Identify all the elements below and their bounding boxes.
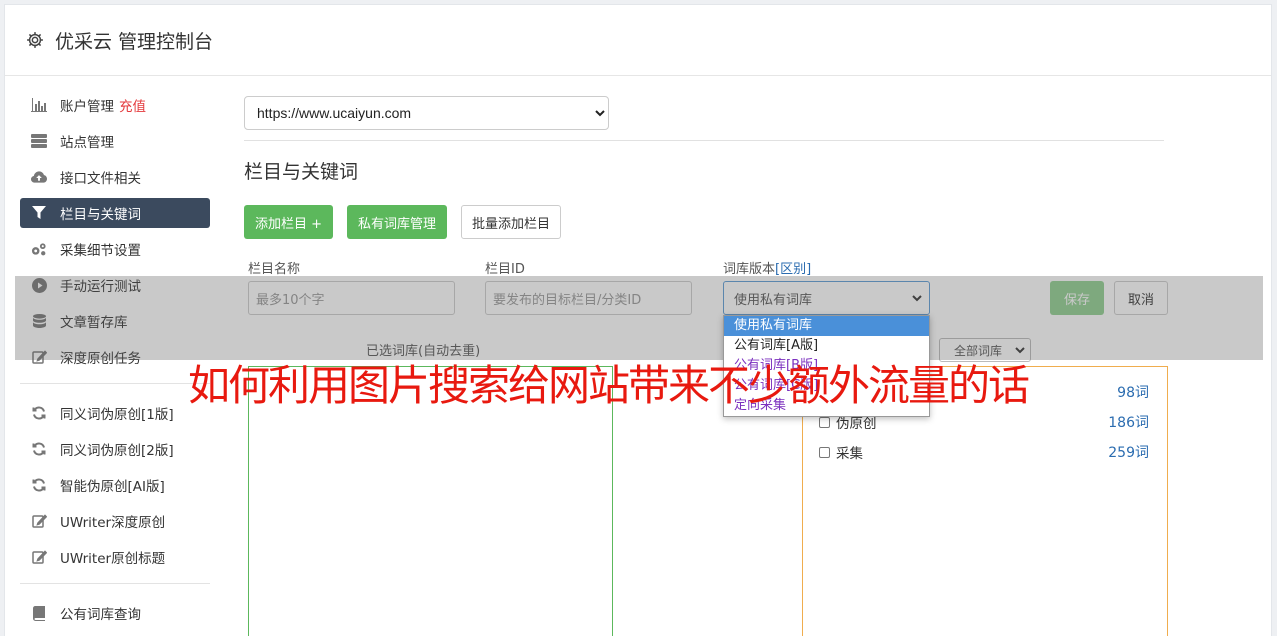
toolbar: 添加栏目 + 私有词库管理 批量添加栏目 xyxy=(244,205,1164,239)
sidebar-item-uwriter-deep[interactable]: UWriter深度原创 xyxy=(20,506,210,536)
lib-checkbox[interactable] xyxy=(819,446,830,458)
sidebar-item-account[interactable]: 账户管理 充值 xyxy=(20,90,210,120)
watermark-caption: 如何利用图片搜索给网站带来不少额外流量的话 xyxy=(188,361,1030,410)
column-id-label: 栏目ID xyxy=(485,262,525,277)
page-title: 优采云 管理控制台 xyxy=(55,30,214,53)
sidebar-item-label: 栏目与关键词 xyxy=(60,207,141,223)
sidebar-item-sites[interactable]: 站点管理 xyxy=(20,126,210,156)
lib-count: 186词 xyxy=(1108,415,1149,431)
sidebar-item-ai-rewrite[interactable]: 智能伪原创[AI版] xyxy=(20,470,210,500)
sidebar-item-label: 公有词库查询 xyxy=(60,607,141,623)
difference-link[interactable]: [区别] xyxy=(775,262,811,277)
edit-icon xyxy=(31,549,47,565)
dropdown-option-private[interactable]: 使用私有词库 xyxy=(724,316,929,336)
sidebar-item-synonym-v2[interactable]: 同义词伪原创[2版] xyxy=(20,434,210,464)
sidebar-item-label: UWriter原创标题 xyxy=(60,551,166,567)
book-icon xyxy=(31,605,47,621)
main-content: https://www.ucaiyun.com 栏目与关键词 添加栏目 + 私有… xyxy=(244,96,1168,636)
filter-icon xyxy=(31,205,47,221)
sidebar-item-columns-keywords[interactable]: 栏目与关键词 xyxy=(20,198,210,228)
lib-checkbox[interactable] xyxy=(819,416,830,428)
sidebar-item-label: 账户管理 xyxy=(60,99,114,115)
edit-icon xyxy=(31,513,47,529)
sidebar-item-label: 采集细节设置 xyxy=(60,243,141,259)
sidebar-item-label: 接口文件相关 xyxy=(60,171,141,187)
recharge-link[interactable]: 充值 xyxy=(119,95,146,115)
list-item[interactable]: 采集 259词 xyxy=(819,441,1149,463)
sidebar-item-label: 站点管理 xyxy=(60,135,114,151)
sidebar-item-collect-settings[interactable]: 采集细节设置 xyxy=(20,234,210,264)
batch-add-button[interactable]: 批量添加栏目 xyxy=(461,205,562,239)
column-name-label: 栏目名称 xyxy=(248,262,301,277)
section-divider xyxy=(244,140,1164,141)
lib-count: 259词 xyxy=(1108,445,1149,461)
lib-version-label-text: 词库版本 xyxy=(723,262,776,277)
sidebar-item-public-lib-query[interactable]: 公有词库查询 xyxy=(20,598,210,628)
lib-count: 98词 xyxy=(1117,385,1149,401)
sidebar-item-interface-files[interactable]: 接口文件相关 xyxy=(20,162,210,192)
private-lib-button[interactable]: 私有词库管理 xyxy=(347,205,448,239)
sidebar-item-label: UWriter深度原创 xyxy=(60,515,166,531)
site-select[interactable]: https://www.ucaiyun.com xyxy=(244,96,609,130)
refresh-icon xyxy=(31,441,47,457)
section-title: 栏目与关键词 xyxy=(244,161,359,183)
lib-version-label: 词库版本[区别] xyxy=(723,258,811,277)
sidebar-item-label: 智能伪原创[AI版] xyxy=(60,479,165,495)
refresh-icon xyxy=(31,477,47,493)
overlay-band xyxy=(15,276,1263,360)
sidebar-item-label: 同义词伪原创[2版] xyxy=(60,443,174,459)
gears-icon xyxy=(31,241,47,257)
sidebar: 账户管理 充值 站点管理 接口文件相关 栏目与关键词 采集细节设置 手动运行测试 xyxy=(20,90,210,634)
add-column-button[interactable]: 添加栏目 + xyxy=(244,205,334,239)
gear-icon xyxy=(27,32,43,48)
lib-name: 采集 xyxy=(836,446,863,462)
page-header: 优采云 管理控制台 xyxy=(5,5,1271,76)
sidebar-item-uwriter-title[interactable]: UWriter原创标题 xyxy=(20,542,210,572)
sidebar-item-label: 同义词伪原创[1版] xyxy=(60,407,174,423)
sidebar-item-synonym-v1[interactable]: 同义词伪原创[1版] xyxy=(20,398,210,428)
cloud-upload-icon xyxy=(31,169,47,185)
sidebar-divider xyxy=(20,383,210,384)
server-icon xyxy=(31,133,47,149)
sidebar-divider xyxy=(20,583,210,584)
bar-chart-icon xyxy=(31,97,47,113)
refresh-icon xyxy=(31,405,47,421)
